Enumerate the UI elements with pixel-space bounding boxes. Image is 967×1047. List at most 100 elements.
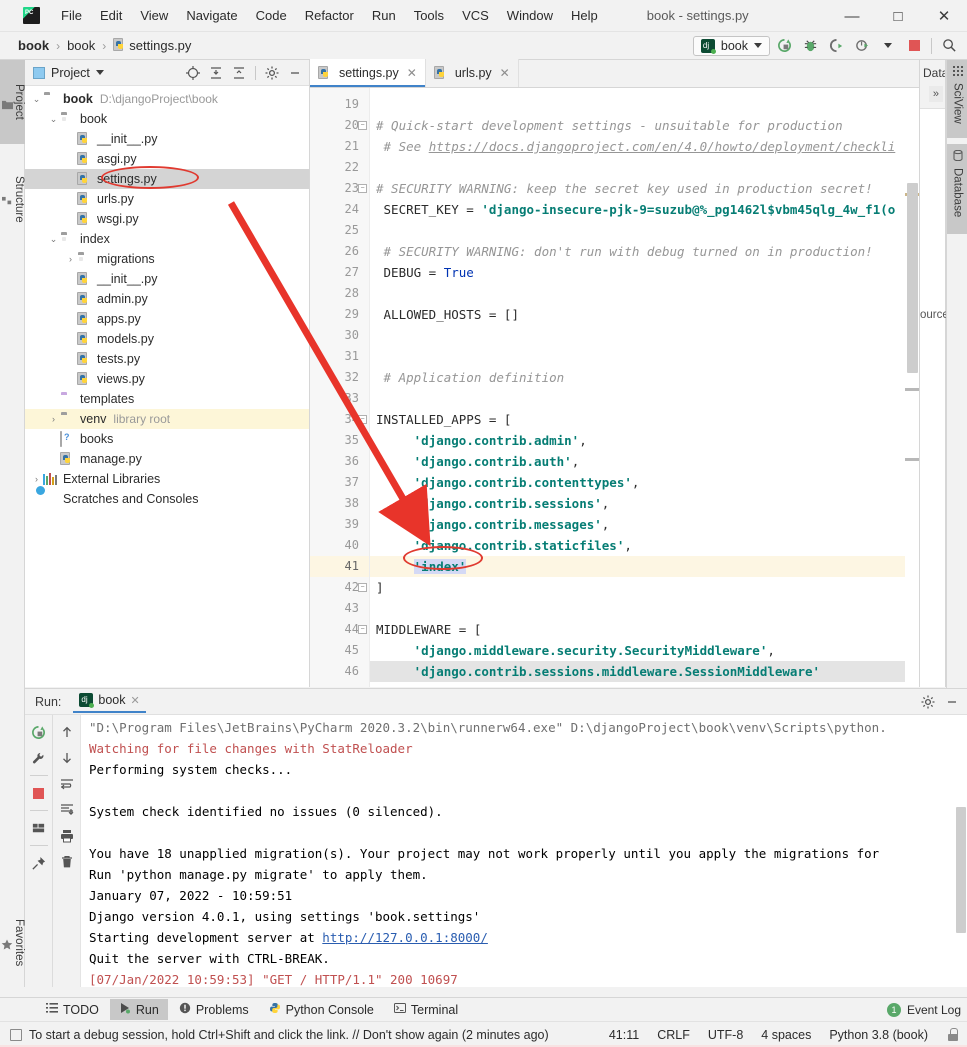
menu-help[interactable]: Help: [562, 4, 607, 27]
toolwindow-run[interactable]: Run: [109, 999, 168, 1020]
tree-expand-arrow[interactable]: ›: [30, 474, 43, 484]
interpreter-widget[interactable]: Python 3.8 (book): [829, 1028, 928, 1042]
code-line[interactable]: 'django.contrib.admin',: [370, 430, 919, 451]
code-line[interactable]: # SECURITY WARNING: don't run with debug…: [370, 241, 919, 262]
code-line[interactable]: 'django.middleware.security.SecurityMidd…: [370, 640, 919, 661]
code-line[interactable]: [370, 325, 919, 346]
tree-item-migrations[interactable]: › migrations: [25, 249, 309, 269]
menu-edit[interactable]: Edit: [91, 4, 131, 27]
code-line[interactable]: 'django.contrib.sessions',: [370, 493, 919, 514]
console-link[interactable]: http://127.0.0.1:8000/: [322, 930, 488, 945]
tree-expand-arrow[interactable]: ⌄: [30, 94, 43, 105]
down-the-stack-button[interactable]: [56, 747, 78, 769]
tree-item---init---py[interactable]: __init__.py: [25, 269, 309, 289]
toolwindow-todo[interactable]: TODO: [37, 999, 108, 1020]
code-fold-icon[interactable]: −: [358, 415, 367, 424]
code-line[interactable]: # SECURITY WARNING: keep the secret key …: [370, 178, 919, 199]
menu-vcs[interactable]: VCS: [453, 4, 498, 27]
encoding-widget[interactable]: UTF-8: [708, 1028, 743, 1042]
expand-panel-icon[interactable]: »: [928, 86, 943, 102]
minimize-button[interactable]: —: [829, 0, 875, 32]
up-the-stack-button[interactable]: [56, 721, 78, 743]
line-separator-widget[interactable]: CRLF: [657, 1028, 690, 1042]
sidebar-tab-structure[interactable]: Structure: [0, 150, 25, 248]
hide-panel-icon[interactable]: [285, 63, 305, 83]
toolwindow-python-console[interactable]: Python Console: [260, 999, 383, 1020]
console-output[interactable]: "D:\Program Files\JetBrains\PyCharm 2020…: [81, 715, 967, 987]
code-line[interactable]: MIDDLEWARE = [: [370, 619, 919, 640]
code-line[interactable]: ALLOWED_HOSTS = []: [370, 304, 919, 325]
code-line[interactable]: [370, 220, 919, 241]
tree-expand-arrow[interactable]: ⌄: [47, 234, 60, 245]
tree-item-tests-py[interactable]: tests.py: [25, 349, 309, 369]
project-tree[interactable]: ⌄ book D:\djangoProject\book ⌄ book __init__.…: [25, 86, 309, 509]
stop-button[interactable]: [902, 35, 926, 57]
close-icon[interactable]: ✕: [407, 66, 417, 80]
menu-tools[interactable]: Tools: [405, 4, 453, 27]
run-tab-book[interactable]: book ✕: [73, 690, 146, 713]
breadcrumb-item-module[interactable]: book: [63, 37, 99, 54]
code-line[interactable]: 'index': [370, 556, 919, 577]
console-scrollbar[interactable]: [954, 715, 967, 987]
code-line[interactable]: [370, 94, 919, 115]
menu-run[interactable]: Run: [363, 4, 405, 27]
code-fold-icon[interactable]: −: [358, 121, 367, 130]
event-log-group[interactable]: 1 Event Log: [886, 1002, 961, 1017]
sidebar-tab-database[interactable]: Database: [947, 144, 967, 234]
code-line[interactable]: SECRET_KEY = 'django-insecure-pjk-9=suzu…: [370, 199, 919, 220]
code-line[interactable]: 'django.contrib.auth',: [370, 451, 919, 472]
menu-view[interactable]: View: [131, 4, 177, 27]
code-line[interactable]: [370, 283, 919, 304]
tree-item-external-libraries[interactable]: › External Libraries: [25, 469, 309, 489]
tree-item-book[interactable]: ⌄ book D:\djangoProject\book: [25, 89, 309, 109]
close-icon[interactable]: ✕: [500, 66, 510, 80]
status-message[interactable]: To start a debug session, hold Ctrl+Shif…: [29, 1028, 549, 1042]
hide-panel-icon[interactable]: [942, 692, 962, 712]
menu-file[interactable]: File: [52, 4, 91, 27]
tree-expand-arrow[interactable]: ⌄: [47, 114, 60, 125]
stop-button[interactable]: [28, 782, 50, 804]
scroll-to-end-button[interactable]: [56, 799, 78, 821]
sidebar-tab-sciview[interactable]: SciView: [947, 60, 967, 138]
close-button[interactable]: ✕: [921, 0, 967, 32]
code-line[interactable]: [370, 157, 919, 178]
toolwindow-problems[interactable]: Problems: [170, 999, 258, 1020]
caret-position-widget[interactable]: 41:11: [609, 1028, 639, 1042]
tree-expand-arrow[interactable]: ›: [47, 414, 60, 424]
maximize-button[interactable]: □: [875, 0, 921, 32]
tree-item-asgi-py[interactable]: asgi.py: [25, 149, 309, 169]
tree-item-manage-py[interactable]: manage.py: [25, 449, 309, 469]
scrollbar-thumb[interactable]: [907, 183, 918, 373]
tab-urls-py[interactable]: urls.py ✕: [425, 59, 519, 87]
code-fold-icon[interactable]: −: [358, 625, 367, 634]
pin-tab-button[interactable]: [28, 852, 50, 874]
code-line[interactable]: 'django.contrib.staticfiles',: [370, 535, 919, 556]
code-line[interactable]: 'django.contrib.messages',: [370, 514, 919, 535]
debug-button[interactable]: [798, 35, 822, 57]
edit-configuration-button[interactable]: [28, 747, 50, 769]
settings-gear-icon[interactable]: [918, 692, 938, 712]
code-line[interactable]: [370, 388, 919, 409]
code-line[interactable]: # Application definition: [370, 367, 919, 388]
menu-window[interactable]: Window: [498, 4, 562, 27]
print-button[interactable]: [56, 825, 78, 847]
tree-item-apps-py[interactable]: apps.py: [25, 309, 309, 329]
menu-code[interactable]: Code: [247, 4, 296, 27]
tree-item-models-py[interactable]: models.py: [25, 329, 309, 349]
tree-item-index[interactable]: ⌄ index: [25, 229, 309, 249]
run-with-coverage-button[interactable]: [824, 35, 848, 57]
layout-button[interactable]: [28, 817, 50, 839]
run-button[interactable]: [772, 35, 796, 57]
tree-item-wsgi-py[interactable]: wsgi.py: [25, 209, 309, 229]
code-line[interactable]: INSTALLED_APPS = [: [370, 409, 919, 430]
rerun-button[interactable]: [28, 721, 50, 743]
profile-button[interactable]: [850, 35, 874, 57]
breadcrumb-item-file[interactable]: settings.py: [109, 37, 195, 54]
code-line[interactable]: 'django.contrib.sessions.middleware.Sess…: [370, 661, 919, 682]
sidebar-tab-project[interactable]: Project: [0, 60, 25, 144]
console-scrollbar-thumb[interactable]: [956, 807, 966, 933]
clear-all-button[interactable]: [56, 851, 78, 873]
code-line[interactable]: [370, 598, 919, 619]
project-panel-title-group[interactable]: Project: [33, 66, 104, 80]
select-opened-file-icon[interactable]: [183, 63, 203, 83]
